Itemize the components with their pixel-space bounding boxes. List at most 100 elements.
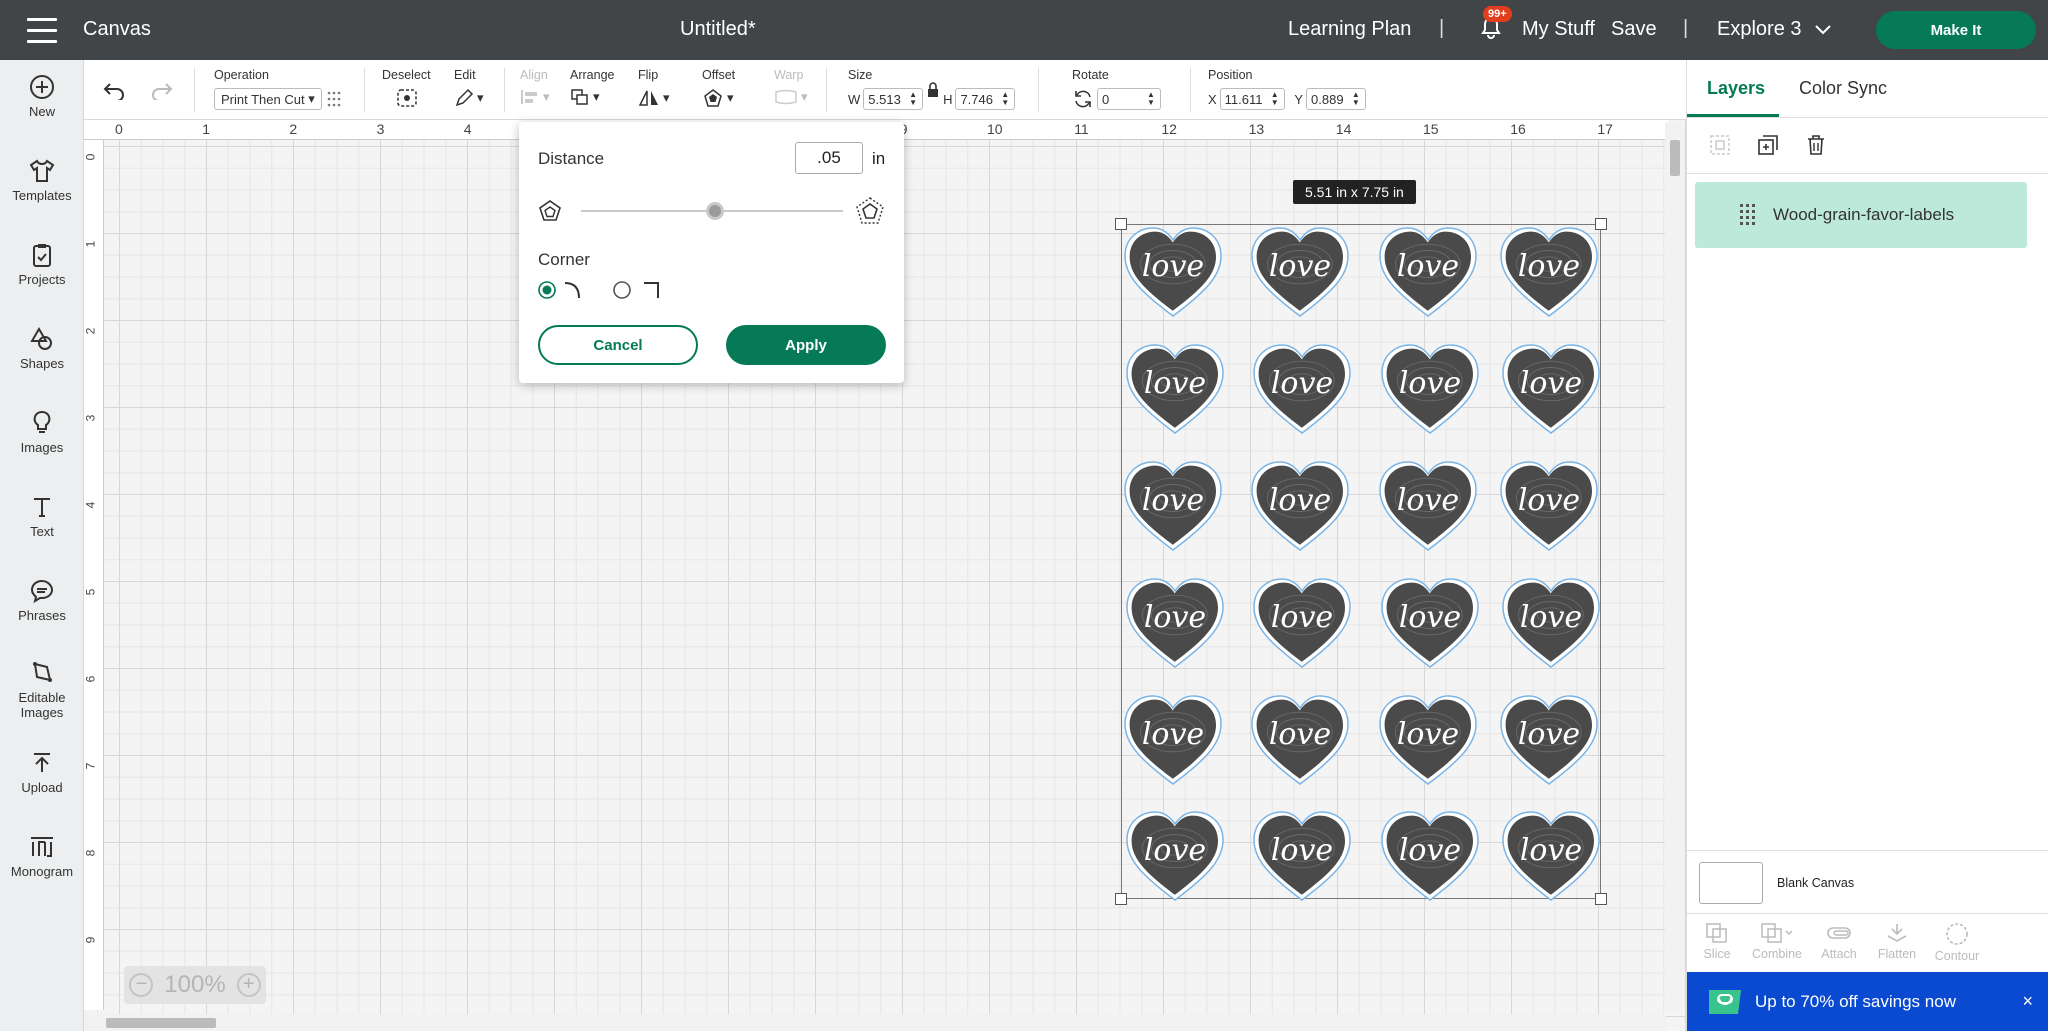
zoom-in-button[interactable]: + [236, 973, 261, 997]
x-value: 11.611 [1224, 91, 1263, 107]
align-group[interactable]: Align ▾ [520, 68, 550, 106]
horizontal-scrollbar[interactable] [84, 1014, 1666, 1031]
rotate-input[interactable]: 0 ▲ ▼ [1097, 88, 1161, 110]
distance-slider-handle[interactable] [706, 202, 724, 220]
edit-toolbar: Operation Print Then Cut ▾ Deselect Edit… [84, 60, 1686, 120]
distance-input[interactable]: .05 [795, 142, 863, 174]
cancel-button[interactable]: Cancel [538, 325, 698, 365]
flip-group[interactable]: Flip ▾ [638, 68, 670, 108]
ruler-tick-label: 2 [83, 327, 98, 335]
promo-text: Up to 70% off savings now [1755, 991, 1956, 1011]
x-input[interactable]: 11.611 ▲ ▼ [1219, 88, 1285, 110]
arrange-group[interactable]: Arrange ▾ [570, 68, 614, 106]
ruler-tick-label: 7 [83, 762, 98, 770]
rounded-corner-radio[interactable] [538, 281, 556, 299]
machine-select[interactable]: Explore 3 [1717, 18, 1831, 41]
pencil-icon [455, 88, 474, 107]
sidebar-item-label: Shapes [19, 356, 65, 371]
lock-icon[interactable] [926, 82, 940, 98]
promo-banner[interactable]: Up to 70% off savings now × [1687, 972, 2048, 1031]
separator: | [1439, 17, 1445, 39]
monogram-icon [31, 837, 53, 857]
heart-label: love [1121, 692, 1225, 790]
apply-button[interactable]: Apply [726, 325, 886, 365]
zoom-out-button[interactable]: − [129, 973, 154, 997]
heart-label: love [1123, 341, 1227, 439]
sidebar-item-templates[interactable]: Templates [0, 158, 84, 203]
sidebar-item-editable-images[interactable]: Editable Images [0, 660, 84, 720]
close-icon[interactable]: × [2022, 991, 2033, 1012]
sidebar-item-label: Projects [18, 272, 66, 287]
flatten-button[interactable]: Flatten [1867, 922, 1927, 961]
sidebar-item-monogram[interactable]: Monogram [0, 834, 84, 879]
deselect-group[interactable]: Deselect [382, 68, 431, 108]
heart-label: love [1121, 224, 1225, 322]
heart-label: love [1376, 692, 1480, 790]
ruler-tick-label: 4 [83, 501, 98, 509]
tab-layers[interactable]: Layers [1707, 78, 1765, 99]
sidebar-item-projects[interactable]: Projects [0, 242, 84, 287]
sidebar-item-shapes[interactable]: Shapes [0, 326, 84, 371]
heart-text: love [1142, 249, 1204, 284]
selection-box[interactable] [1121, 224, 1601, 899]
slice-button[interactable]: Slice [1687, 922, 1747, 961]
offset-group[interactable]: Offset ▾ [702, 68, 735, 108]
app-title: Canvas [83, 18, 151, 40]
rotate-label: Rotate [1072, 68, 1109, 82]
attach-label: Attach [1821, 947, 1857, 961]
save-button[interactable]: Save [1611, 18, 1657, 41]
square-corner-radio[interactable] [613, 281, 631, 299]
heart-shape: love [1500, 227, 1598, 317]
redo-icon[interactable] [150, 80, 174, 103]
heart-shape: love [1381, 578, 1479, 668]
height-input[interactable]: 7.746 ▲ ▼ [955, 88, 1016, 110]
blank-canvas-label: Blank Canvas [1777, 876, 1855, 890]
y-input[interactable]: 0.889 ▲ ▼ [1306, 88, 1366, 110]
trash-icon[interactable] [1805, 134, 1827, 156]
undo-icon[interactable] [102, 80, 126, 103]
attach-button[interactable]: Attach [1809, 922, 1869, 961]
heart-label: love [1497, 458, 1601, 556]
divider [826, 68, 827, 112]
contour-button[interactable]: Contour [1927, 922, 1987, 963]
rotate-icon[interactable] [1072, 89, 1094, 109]
layer-item[interactable]: Wood-grain-favor-labels [1695, 182, 2027, 248]
sidebar-item-phrases[interactable]: Phrases [0, 578, 84, 623]
group-icon[interactable] [1709, 134, 1731, 156]
width-input[interactable]: 5.513 ▲ ▼ [863, 88, 924, 110]
heart-shape: love [1124, 461, 1222, 551]
heart-text: love [1520, 833, 1582, 868]
combine-label: Combine [1751, 947, 1803, 961]
heart-text: love [1518, 483, 1580, 518]
menu-icon[interactable] [0, 14, 84, 47]
learning-plan-link[interactable]: Learning Plan [1288, 18, 1411, 41]
vertical-scrollbar[interactable] [1665, 122, 1685, 1012]
heart-shape: love [1381, 811, 1479, 901]
blank-canvas-swatch[interactable] [1699, 862, 1763, 904]
sidebar-item-upload[interactable]: Upload [0, 750, 84, 795]
duplicate-icon[interactable] [1757, 134, 1779, 156]
heart-text: love [1142, 483, 1204, 518]
sidebar-item-label: Monogram [10, 864, 74, 879]
ruler-tick-label: 13 [1248, 121, 1265, 137]
divider [194, 68, 195, 112]
heart-text: love [1518, 717, 1580, 752]
sidebar-item-images[interactable]: Images [0, 410, 84, 455]
combine-button[interactable]: Combine [1747, 922, 1807, 961]
my-stuff-link[interactable]: My Stuff [1522, 18, 1595, 41]
heart-shape: love [1502, 811, 1600, 901]
grid-icon[interactable] [325, 90, 343, 108]
document-title[interactable]: Untitled* [680, 18, 756, 41]
rotate-value: 0 [1102, 91, 1110, 107]
sidebar-item-new[interactable]: New [0, 74, 84, 119]
ruler-tick-label: 3 [376, 121, 385, 137]
edit-group[interactable]: Edit ▾ [454, 68, 484, 108]
sidebar-item-text[interactable]: Text [0, 494, 84, 539]
operation-select[interactable]: Print Then Cut ▾ [214, 88, 322, 110]
warp-group[interactable]: Warp ▾ [774, 68, 808, 106]
pentagon-small-icon [539, 200, 561, 221]
heart-shape: love [1126, 811, 1224, 901]
tab-color-sync[interactable]: Color Sync [1799, 78, 1887, 99]
heart-shape: love [1251, 227, 1349, 317]
make-it-button[interactable]: Make It [1876, 11, 2036, 49]
